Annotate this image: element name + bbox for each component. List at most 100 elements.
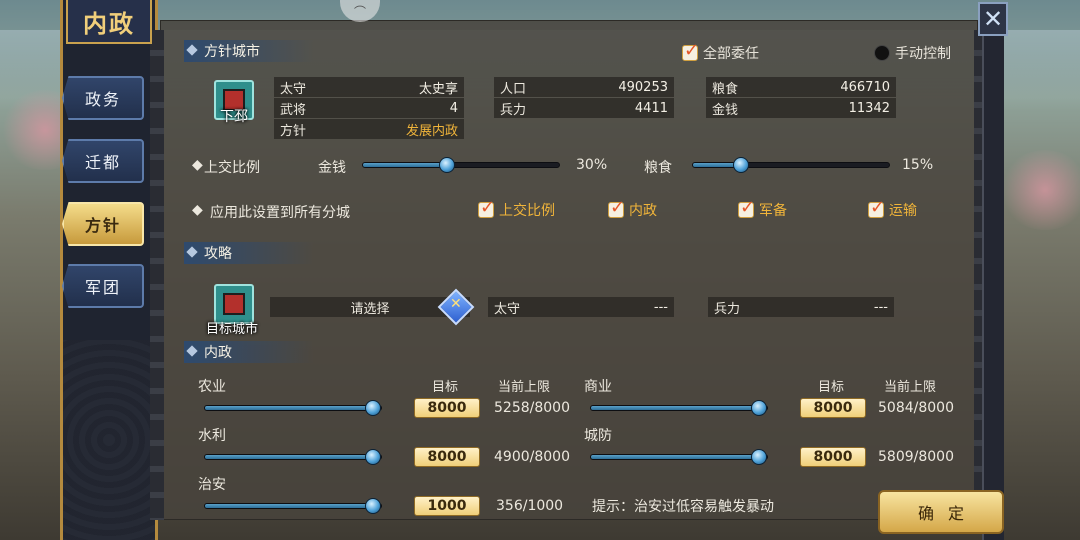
- tribute-diamond-icon: ◆: [192, 157, 203, 173]
- domestic-item-label: 农业: [198, 379, 226, 395]
- commerce-current: 5084/8000: [878, 400, 954, 416]
- nav-item-affairs[interactable]: 政务: [62, 76, 144, 120]
- current-limit-header: 当前上限: [884, 380, 937, 395]
- diamond-icon: [186, 44, 198, 56]
- apply-check-transport[interactable]: ✓ 运输: [868, 197, 917, 220]
- tribute-money-pct: 30%: [576, 157, 608, 173]
- commerce-target[interactable]: 8000: [800, 398, 866, 418]
- target-troops-label: 兵力: [714, 301, 741, 317]
- manual-control-radio[interactable]: 手动控制: [874, 43, 951, 63]
- money-value: 11342: [848, 100, 890, 116]
- defense-current: 5809/8000: [878, 449, 954, 465]
- slider-knob[interactable]: [751, 400, 767, 416]
- slider-knob[interactable]: [365, 449, 381, 465]
- policy-cell: 方针 发展内政: [274, 119, 464, 139]
- nav-item-policy[interactable]: 方针: [62, 202, 144, 246]
- tribute-money-slider[interactable]: [362, 157, 560, 173]
- manual-control-label: 手动控制: [895, 46, 951, 62]
- target-governor-value: ---: [653, 299, 668, 315]
- panel-edge-left: [150, 30, 164, 520]
- tribute-money-label: 金钱: [318, 160, 346, 176]
- confirm-button[interactable]: 确定: [878, 490, 1004, 534]
- order-target[interactable]: 1000: [414, 496, 480, 516]
- close-x-icon: ✕: [982, 5, 1004, 33]
- city-name: 下邳: [220, 109, 248, 125]
- delegate-all-check[interactable]: ✓ 全部委任: [682, 40, 759, 63]
- commerce-slider[interactable]: [590, 400, 768, 416]
- checkbox-icon: ✓: [478, 197, 496, 218]
- target-governor-cell: 太守 ---: [488, 297, 674, 317]
- money-cell: 金钱 11342: [706, 98, 896, 118]
- tribute-food-pct: 15%: [902, 157, 934, 173]
- nav-item-corps[interactable]: 军团: [62, 264, 144, 308]
- slider-fill: [363, 163, 447, 167]
- slider-knob[interactable]: [751, 449, 767, 465]
- tribute-food-label: 粮食: [644, 160, 672, 176]
- target-header: 目标: [818, 380, 845, 395]
- radio-icon: [874, 45, 890, 61]
- order-slider[interactable]: [204, 498, 382, 514]
- apply-check-label: 内政: [629, 203, 657, 219]
- population-label: 人口: [500, 81, 527, 97]
- population-cell: 人口 490253: [494, 77, 674, 97]
- domestic-item-label: 治安: [198, 477, 226, 493]
- apply-check-domestic[interactable]: ✓ 内政: [608, 197, 657, 220]
- defense-slider[interactable]: [590, 449, 768, 465]
- generals-label: 武将: [280, 102, 307, 118]
- governor-cell: 太守 太史享: [274, 77, 464, 97]
- slider-fill: [205, 504, 373, 508]
- section-header-strategy: 攻略: [184, 242, 314, 264]
- slider-knob[interactable]: [733, 157, 749, 173]
- money-label: 金钱: [712, 102, 739, 118]
- agriculture-slider[interactable]: [204, 400, 382, 416]
- apply-all-label: 应用此设置到所有分城: [210, 205, 350, 221]
- agriculture-target[interactable]: 8000: [414, 398, 480, 418]
- food-value: 466710: [840, 79, 890, 95]
- food-label: 粮食: [712, 81, 739, 97]
- irrigation-slider[interactable]: [204, 449, 382, 465]
- domestic-item-label: 水利: [198, 428, 226, 444]
- apply-check-military[interactable]: ✓ 军备: [738, 197, 787, 220]
- slider-knob[interactable]: [365, 498, 381, 514]
- section-title: 方针城市: [204, 44, 260, 60]
- policy-label: 方针: [280, 123, 307, 139]
- food-cell: 粮食 466710: [706, 77, 896, 97]
- troops-cell: 兵力 4411: [494, 98, 674, 118]
- delegate-all-label: 全部委任: [703, 46, 759, 62]
- checkbox-icon: ✓: [868, 197, 886, 218]
- section-header-policy-city: 方针城市: [184, 40, 314, 62]
- defense-target[interactable]: 8000: [800, 447, 866, 467]
- troops-value: 4411: [634, 100, 668, 116]
- irrigation-target[interactable]: 8000: [414, 447, 480, 467]
- apply-check-tribute[interactable]: ✓ 上交比例: [478, 197, 555, 220]
- tribute-food-slider[interactable]: [692, 157, 890, 173]
- governor-value: 太史享: [418, 81, 458, 97]
- hint-text: 提示：治安过低容易触发暴动: [592, 499, 774, 515]
- generals-value: 4: [449, 100, 458, 116]
- checkbox-icon: ✓: [738, 197, 756, 218]
- diamond-icon: [186, 345, 198, 357]
- population-value: 490253: [618, 79, 668, 95]
- irrigation-current: 4900/8000: [494, 449, 570, 465]
- section-header-domestic: 内政: [184, 341, 314, 363]
- troops-label: 兵力: [500, 102, 527, 118]
- slider-knob[interactable]: [439, 157, 455, 173]
- background-blossom: [1000, 150, 1080, 230]
- domestic-item-label: 城防: [584, 428, 612, 444]
- slider-knob[interactable]: [365, 400, 381, 416]
- agriculture-current: 5258/8000: [494, 400, 570, 416]
- generals-cell: 武将 4: [274, 98, 464, 118]
- nav-item-relocate-capital[interactable]: 迁都: [62, 139, 144, 183]
- apply-diamond-icon: ◆: [192, 202, 203, 218]
- policy-value[interactable]: 发展内政: [406, 120, 458, 139]
- section-title: 内政: [204, 345, 232, 361]
- target-header: 目标: [432, 380, 459, 395]
- apply-check-label: 运输: [889, 203, 917, 219]
- slider-fill: [205, 406, 373, 410]
- target-governor-label: 太守: [494, 301, 521, 317]
- apply-check-label: 上交比例: [499, 203, 555, 219]
- apply-check-label: 军备: [759, 203, 787, 219]
- governor-label: 太守: [280, 81, 307, 97]
- close-button[interactable]: ✕: [978, 2, 1008, 36]
- section-title: 攻略: [204, 246, 232, 262]
